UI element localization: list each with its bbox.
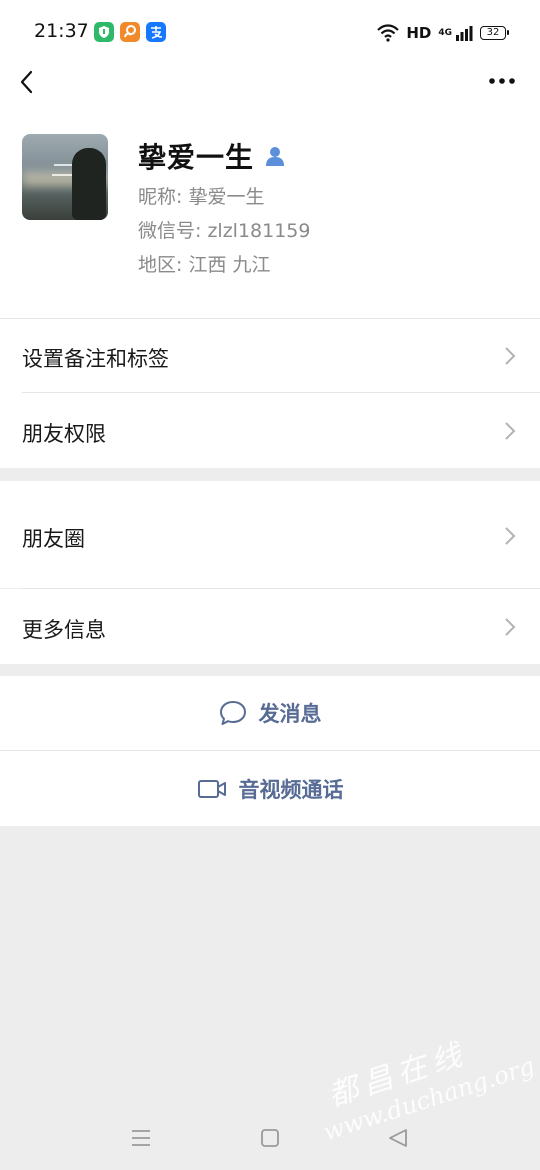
home-square-icon[interactable] [258,1126,282,1150]
squirrel-app-icon [120,22,140,42]
more-dots-icon[interactable] [484,70,520,100]
profile-card: 挚爱一生 昵称: 挚爱一生 微信号: zlzl181159 地区: 江西 九江 [0,114,540,318]
row-moments[interactable]: 朋友圈 [0,481,540,588]
row-friend-permissions[interactable]: 朋友权限 [0,393,540,468]
row-more-info[interactable]: 更多信息 [0,589,540,664]
display-name: 挚爱一生 [138,141,255,174]
video-call-button[interactable]: 音视频通话 [0,751,540,826]
cell-signal-icon [456,26,473,41]
chevron-right-icon [505,347,516,365]
wifi-icon [377,24,400,42]
row-label: 朋友圈 [22,527,85,551]
chevron-right-icon [505,527,516,545]
wechat-id-line: 微信号: zlzl181159 [138,220,311,242]
row-label: 设置备注和标签 [22,347,169,371]
menu-icon[interactable] [129,1126,153,1150]
video-call-label: 音视频通话 [238,777,344,802]
send-message-label: 发消息 [258,702,322,726]
alipay-app-icon [146,22,166,42]
name-row: 挚爱一生 [138,136,286,176]
system-nav-bar [0,1110,540,1170]
chevron-right-icon [505,618,516,636]
video-camera-icon [197,779,226,798]
battery-icon: 32 [480,26,509,40]
row-set-remark-tags[interactable]: 设置备注和标签 [0,319,540,393]
row-label: 朋友权限 [22,422,106,446]
row-label: 更多信息 [22,618,106,642]
top-nav-bar [0,64,540,114]
back-triangle-icon[interactable] [386,1126,410,1150]
chevron-left-icon[interactable] [14,66,54,106]
network-label: 4G [438,27,452,38]
chevron-right-icon [505,422,516,440]
status-time: 21:37 [34,20,89,42]
status-bar: 21:37 HD 4G 32 [0,0,540,64]
hd-label: HD [406,24,432,42]
male-user-icon [266,147,285,166]
region-line: 地区: 江西 九江 [138,254,271,276]
nickname-line: 昵称: 挚爱一生 [138,186,265,208]
chat-bubble-icon [219,701,246,725]
send-message-button[interactable]: 发消息 [0,676,540,750]
avatar[interactable] [22,134,108,220]
shield-app-icon [94,22,114,42]
